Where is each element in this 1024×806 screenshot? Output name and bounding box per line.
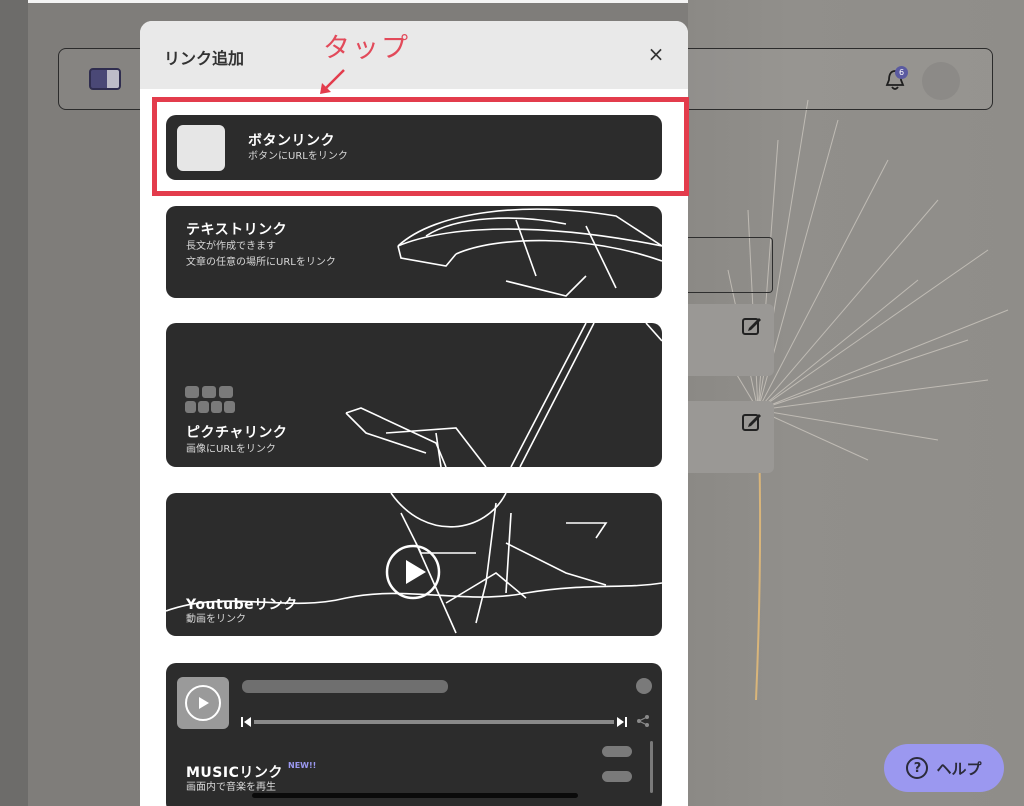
picture-grid-icon xyxy=(185,386,235,414)
card-subtitle: 動画をリンク xyxy=(186,614,246,625)
picture-link-card[interactable]: ピクチャリンク 画像にURLをリンク xyxy=(166,323,662,467)
modal-title: リンク追加 xyxy=(164,49,245,68)
play-icon xyxy=(385,544,441,600)
music-pill xyxy=(602,746,632,757)
notification-badge: 6 xyxy=(895,66,908,79)
avatar[interactable] xyxy=(922,62,960,100)
text-link-card[interactable]: テキストリンク 長文が作成できます 文章の任意の場所にURLをリンク xyxy=(166,206,662,298)
beach-chair-illustration xyxy=(345,323,662,467)
card-title: ピクチャリンク xyxy=(186,425,288,441)
music-pill xyxy=(602,771,632,782)
card-title: MUSICリンク xyxy=(186,765,283,781)
background-input xyxy=(688,237,773,293)
sidebar-toggle-icon[interactable] xyxy=(89,68,121,90)
track-title-placeholder xyxy=(242,680,448,693)
card-subtitle: 長文が作成できます xyxy=(186,241,276,252)
help-icon: ? xyxy=(906,757,929,779)
left-edge xyxy=(0,0,28,806)
share-icon xyxy=(637,715,649,727)
play-icon xyxy=(185,685,221,721)
music-progress-bar xyxy=(254,720,614,724)
music-link-card[interactable]: MUSICリンク NEW!! 画面内で音楽を再生 xyxy=(166,663,662,806)
card-title: Youtubeリンク xyxy=(186,597,298,613)
close-icon[interactable]: × xyxy=(646,44,666,64)
card-title: テキストリンク xyxy=(186,222,288,238)
music-scrollbar xyxy=(650,741,653,793)
skip-forward-icon xyxy=(617,717,627,727)
new-badge: NEW!! xyxy=(288,761,317,770)
music-thumbnail xyxy=(177,677,229,729)
tap-annotation-label: タップ xyxy=(323,33,410,64)
tap-highlight-box xyxy=(152,97,689,196)
edit-icon[interactable] xyxy=(741,411,763,433)
dandelion-image xyxy=(697,99,1009,700)
youtube-link-card[interactable]: Youtubeリンク 動画をリンク xyxy=(166,493,662,636)
help-button[interactable]: ? ヘルプ xyxy=(884,744,1004,792)
modal-header: リンク追加 × xyxy=(140,21,688,89)
umbrella-illustration xyxy=(397,208,662,297)
card-subtitle-2: 文章の任意の場所にURLをリンク xyxy=(186,257,336,268)
skip-back-icon xyxy=(241,717,251,727)
home-indicator xyxy=(252,793,578,798)
help-label: ヘルプ xyxy=(936,759,982,778)
annotation-arrow-icon xyxy=(320,69,345,94)
music-dot xyxy=(636,678,652,694)
edit-icon[interactable] xyxy=(741,315,763,337)
card-subtitle: 画像にURLをリンク xyxy=(186,444,276,455)
